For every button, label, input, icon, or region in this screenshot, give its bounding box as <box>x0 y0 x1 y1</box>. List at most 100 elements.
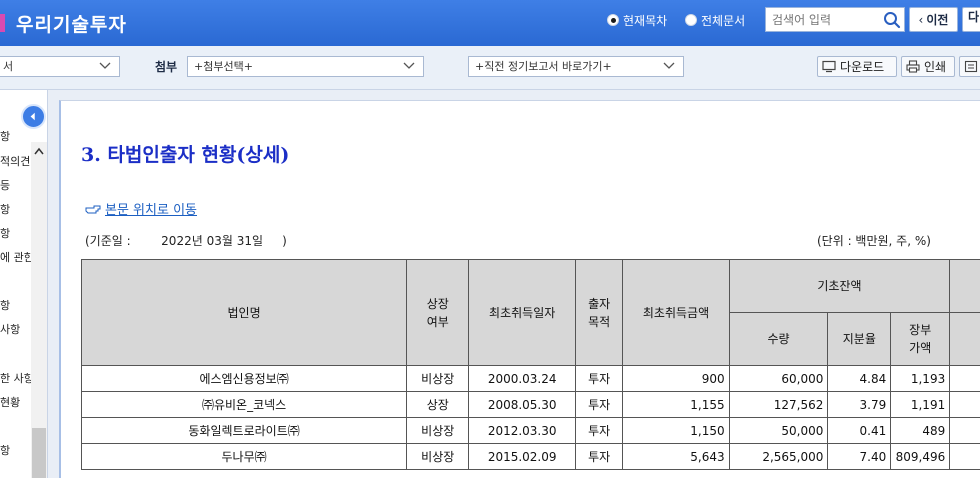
table-row: 에스엠신용정보㈜ 비상장 2000.03.24 투자 900 60,000 4.… <box>80 365 980 392</box>
document-select[interactable]: 서 <box>0 56 120 77</box>
cell-ratio: 7.40 <box>827 443 892 470</box>
app-window: 우리기술투자 현재목차 전체문서 ‹ 이전 다 서 <box>0 0 980 478</box>
sidebar-item[interactable]: 적의견 <box>0 153 30 169</box>
prev-report-select[interactable]: +직전 정기보고서 바로가기+ <box>468 56 684 77</box>
table-row: ㈜유비온_코넥스 상장 2008.05.30 투자 1,155 127,562 … <box>80 391 980 418</box>
cell-corp-name: ㈜유비온_코넥스 <box>80 391 408 418</box>
header-first-acq-date: 최초취득일자 <box>468 259 577 366</box>
radio-unselected-icon <box>685 14 697 26</box>
radio-all-docs-label: 전체문서 <box>701 13 746 28</box>
cell-date: 2012.03.30 <box>468 417 577 444</box>
search-icon[interactable] <box>883 11 901 29</box>
chevron-down-icon <box>403 62 415 69</box>
cell-qty: 60,000 <box>728 365 829 392</box>
cell-amount: 1,150 <box>622 417 730 444</box>
attach-select[interactable]: +첨부선택+ <box>187 56 424 77</box>
cell-truncated <box>949 443 980 470</box>
sidebar-item[interactable]: 항 <box>0 442 10 458</box>
attach-select-value: +첨부선택+ <box>194 60 253 73</box>
chevron-down-icon <box>99 62 111 69</box>
prev-report-select-value: +직전 정기보고서 바로가기+ <box>475 60 612 73</box>
cell-truncated <box>949 391 980 418</box>
sidebar-item[interactable]: 에 관한 <box>0 249 34 265</box>
location-link-label: 본문 위치로 이동 <box>105 203 197 218</box>
scroll-thumb[interactable] <box>32 428 46 478</box>
location-link[interactable]: 본문 위치로 이동 <box>85 199 197 218</box>
chevron-down-icon <box>663 62 675 69</box>
cell-corp-name: 에스엠신용정보㈜ <box>80 365 408 392</box>
header-opening-balance: 기초잔액 <box>728 259 951 313</box>
document-content: 3. 타법인출자 현황(상세) 본문 위치로 이동 (기준일 : 2022년 0… <box>59 100 980 478</box>
cell-qty: 127,562 <box>728 391 829 418</box>
header-purpose-line1: 출자 <box>588 296 611 311</box>
sidebar-item[interactable]: 항 <box>0 201 10 217</box>
pointing-hand-icon <box>85 205 101 213</box>
next-button-label: 다 <box>968 10 980 24</box>
radio-current-toc[interactable]: 현재목차 <box>607 11 667 29</box>
cell-corp-name: 동화일렉트로라이트㈜ <box>80 417 408 444</box>
header-book-value: 장부가액 <box>890 312 951 366</box>
radio-current-toc-label: 현재목차 <box>623 13 668 28</box>
sidebar-scrollbar[interactable] <box>31 142 47 478</box>
header-truncated <box>949 312 980 366</box>
header-truncated <box>949 259 980 313</box>
search-input[interactable] <box>772 11 880 29</box>
radio-all-docs[interactable]: 전체문서 <box>685 11 745 29</box>
cell-purpose: 투자 <box>575 365 624 392</box>
cell-qty: 2,565,000 <box>728 443 829 470</box>
sidebar-item[interactable]: 항 <box>0 225 10 241</box>
sidebar-item[interactable]: 항 <box>0 128 10 144</box>
chevron-up-icon[interactable] <box>33 146 45 156</box>
toc-sidebar: 항 적의견 등 항 항 에 관한 항 사항 한 사항 현황 항 <box>0 90 48 478</box>
cell-truncated <box>949 417 980 444</box>
cell-book: 1,193 <box>890 365 951 392</box>
printer-icon <box>906 60 920 73</box>
list-icon <box>964 60 978 73</box>
header-book-line2: 가액 <box>909 341 932 355</box>
prev-button[interactable]: ‹ 이전 <box>909 7 958 32</box>
sidebar-item[interactable]: 사항 <box>0 321 20 337</box>
next-button[interactable]: 다 <box>962 7 980 32</box>
sidebar-item[interactable]: 한 사항 <box>0 370 34 386</box>
sidebar-item[interactable]: 항 <box>0 297 10 313</box>
header-first-acq-amount: 최초취득금액 <box>622 259 730 366</box>
header-book-line1: 장부 <box>909 323 932 337</box>
download-button[interactable]: 다운로드 <box>817 56 897 77</box>
download-icon <box>822 60 836 73</box>
sidebar-item[interactable]: 현황 <box>0 394 20 410</box>
cell-listing: 비상장 <box>406 417 470 444</box>
collapse-sidebar-icon[interactable] <box>21 104 46 129</box>
header-purpose-line2: 목적 <box>588 314 611 329</box>
cell-date: 2015.02.09 <box>468 443 577 470</box>
header-bar: 우리기술투자 현재목차 전체문서 ‹ 이전 다 <box>0 0 980 46</box>
brand-mark <box>0 14 5 32</box>
sidebar-item[interactable]: 등 <box>0 177 10 193</box>
header-listing-line2: 여부 <box>426 314 449 329</box>
radio-selected-icon <box>607 14 619 26</box>
search-box <box>765 7 905 32</box>
cell-purpose: 투자 <box>575 391 624 418</box>
attach-label: 첨부 <box>155 60 178 74</box>
cell-amount: 900 <box>622 365 730 392</box>
more-button[interactable] <box>959 56 980 77</box>
print-button-label: 인쇄 <box>924 60 947 74</box>
cell-ratio: 3.79 <box>827 391 892 418</box>
header-listing: 상장 여부 <box>406 259 470 366</box>
cell-date: 2000.03.24 <box>468 365 577 392</box>
print-button[interactable]: 인쇄 <box>901 56 955 77</box>
document-select-value: 서 <box>3 60 14 73</box>
cell-book: 489 <box>890 417 951 444</box>
cell-qty: 50,000 <box>728 417 829 444</box>
base-date: (기준일 : 2022년 03월 31일 ) <box>85 234 287 248</box>
table-row: 동화일렉트로라이트㈜ 비상장 2012.03.30 투자 1,150 50,00… <box>80 417 980 444</box>
investment-table: 법인명 상장 여부 최초취득일자 출자 목적 최초취득금액 기초잔액 수량 지분율 … <box>80 259 980 470</box>
download-button-label: 다운로드 <box>840 60 885 74</box>
cell-truncated <box>949 365 980 392</box>
unit-label: (단위 : 백만원, 주, %) <box>817 234 931 248</box>
cell-corp-name: 두나무㈜ <box>80 443 408 470</box>
cell-date: 2008.05.30 <box>468 391 577 418</box>
cell-listing: 상장 <box>406 391 470 418</box>
toolbar: 서 첨부 +첨부선택+ +직전 정기보고서 바로가기+ 다운로드 인쇄 <box>0 46 980 90</box>
section-title: 3. 타법인출자 현황(상세) <box>81 144 290 166</box>
cell-amount: 5,643 <box>622 443 730 470</box>
